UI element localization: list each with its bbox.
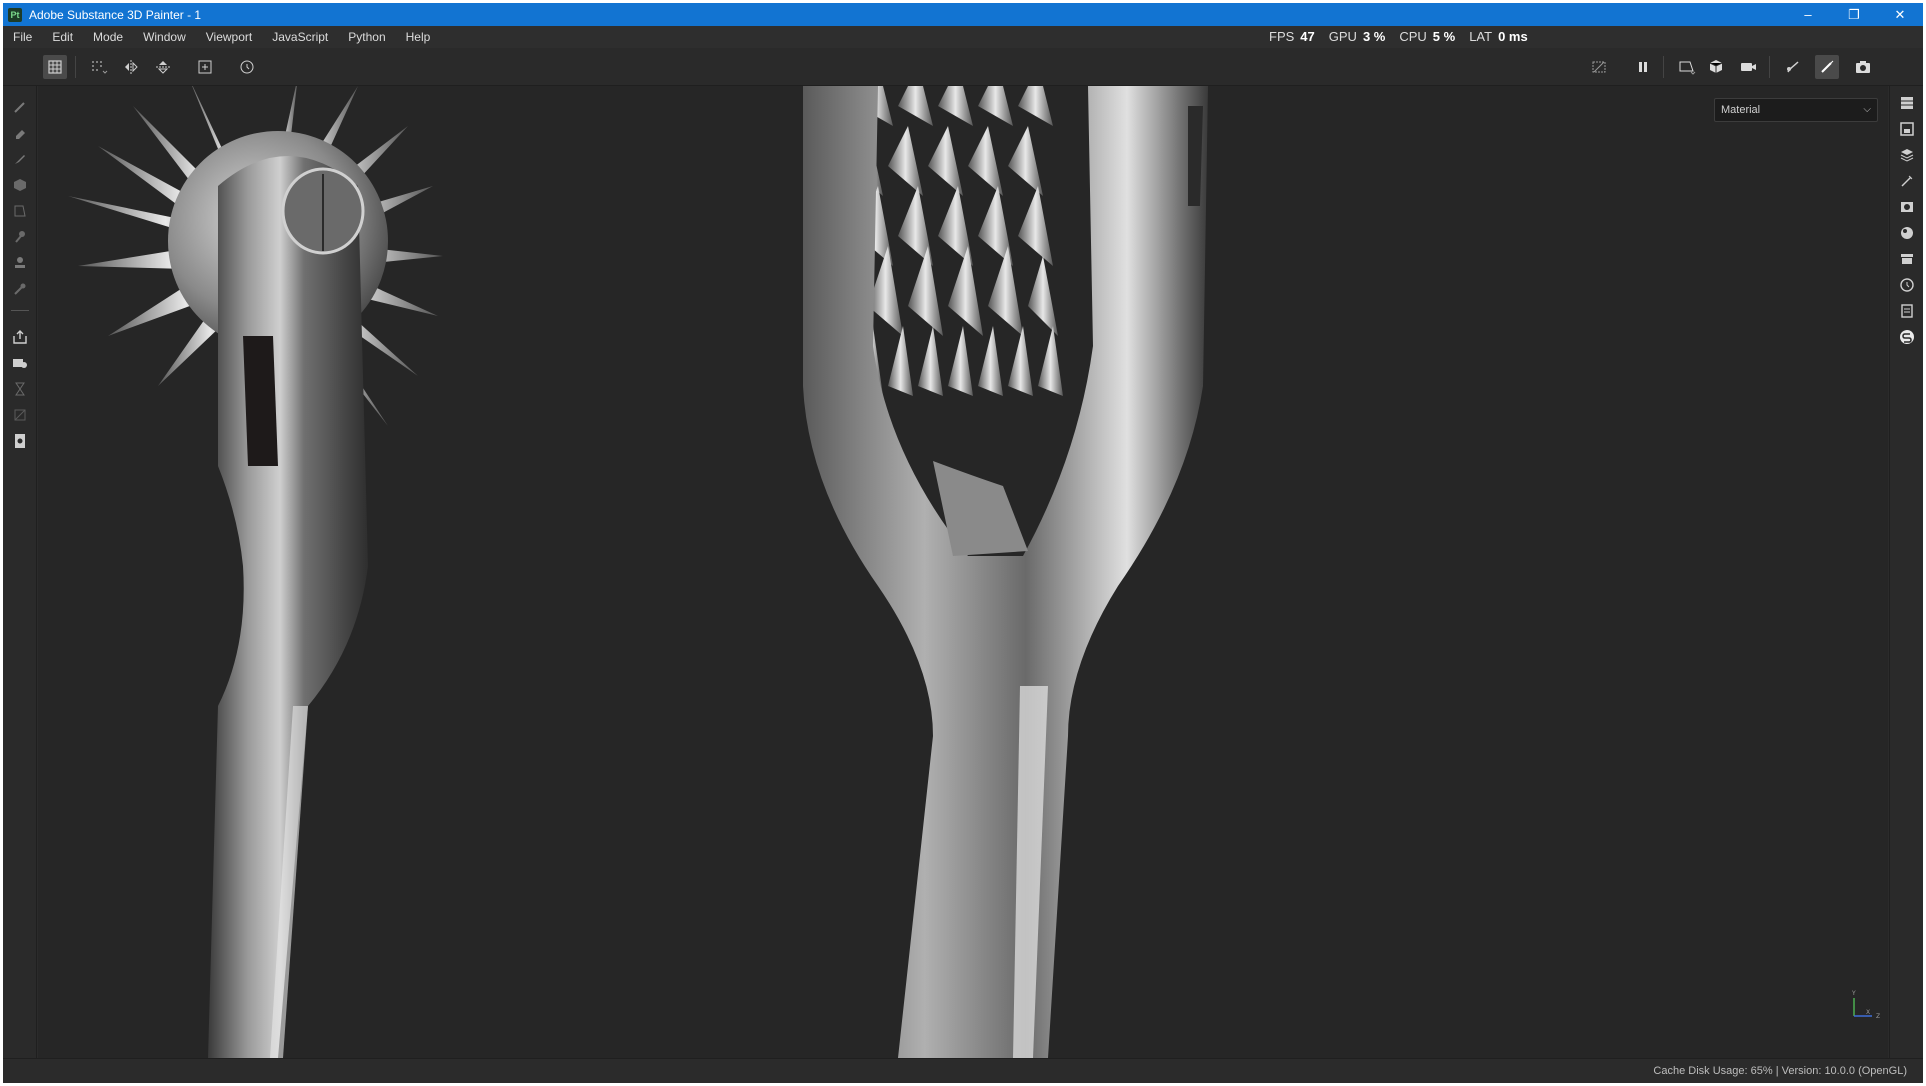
- menu-viewport[interactable]: Viewport: [196, 26, 262, 48]
- lat-value: 0 ms: [1498, 29, 1528, 44]
- 3d-viewport[interactable]: Material ⌵ Y X Z: [38, 86, 1888, 1058]
- app-window: Pt Adobe Substance 3D Painter - 1 – ❐ ✕ …: [3, 3, 1923, 1083]
- add-anchor-icon[interactable]: [193, 55, 217, 79]
- fps-value: 47: [1300, 29, 1315, 44]
- reset-history-icon[interactable]: [235, 55, 259, 79]
- pause-icon[interactable]: [1631, 55, 1655, 79]
- eraser-icon[interactable]: [9, 122, 31, 144]
- fps-label: FPS: [1269, 29, 1295, 44]
- bake-icon[interactable]: [9, 352, 31, 374]
- menu-javascript[interactable]: JavaScript: [262, 26, 338, 48]
- status-info: Cache Disk Usage: 65% | Version: 10.0.0 …: [1653, 1065, 1907, 1077]
- axis-y-label: Y: [1851, 990, 1856, 997]
- gpu-label: GPU: [1328, 29, 1357, 44]
- left-tool-bar: [3, 86, 37, 1058]
- mirror-y-icon[interactable]: [151, 55, 175, 79]
- title-bar: Pt Adobe Substance 3D Painter - 1 – ❐ ✕: [3, 3, 1923, 26]
- gpu-value: 3 %: [1362, 29, 1386, 44]
- properties-icon[interactable]: [1896, 170, 1918, 192]
- cpu-label: CPU: [1399, 29, 1427, 44]
- log-icon[interactable]: [1896, 300, 1918, 322]
- paint-mode-icon[interactable]: [1815, 55, 1839, 79]
- app-logo-icon: Pt: [8, 7, 22, 22]
- cpu-value: 5 %: [1432, 29, 1456, 44]
- color-picker-icon[interactable]: [9, 278, 31, 300]
- perspective-view-icon[interactable]: [1675, 55, 1699, 79]
- hide-overlay-icon[interactable]: [1587, 55, 1611, 79]
- performance-readout: FPS 47 GPU 3 % CPU 5 % LAT 0 ms: [1269, 26, 1536, 48]
- menu-file[interactable]: File: [3, 26, 42, 48]
- window-title: Adobe Substance 3D Painter - 1: [29, 7, 202, 22]
- smudge-icon[interactable]: [9, 226, 31, 248]
- lat-label: LAT: [1469, 29, 1493, 44]
- menu-window[interactable]: Window: [133, 26, 196, 48]
- display-settings-icon[interactable]: [1896, 196, 1918, 218]
- axis-gizmo: Y X Z: [1851, 990, 1880, 1020]
- cache-disk-value: 65%: [1750, 1065, 1773, 1077]
- substance-icon[interactable]: [1896, 326, 1918, 348]
- polygon-fill-icon[interactable]: [9, 200, 31, 222]
- minimize-button[interactable]: –: [1785, 3, 1831, 26]
- menu-help[interactable]: Help: [396, 26, 441, 48]
- texture-set-icon[interactable]: [1896, 118, 1918, 140]
- cache-disk-label: Cache Disk Usage:: [1653, 1065, 1748, 1077]
- right-panel-bar: [1889, 86, 1923, 1058]
- mirror-x-icon[interactable]: [119, 55, 143, 79]
- display-mode-value: Material: [1721, 104, 1761, 116]
- cube-view-icon[interactable]: [1705, 55, 1729, 79]
- chevron-down-icon: ⌵: [1863, 104, 1871, 115]
- dotted-selection-icon[interactable]: [87, 55, 111, 79]
- top-toolbar: [3, 48, 1923, 86]
- assets-icon[interactable]: [1896, 248, 1918, 270]
- status-bar: Cache Disk Usage: 65% | Version: 10.0.0 …: [3, 1058, 1923, 1083]
- history-icon[interactable]: [1896, 274, 1918, 296]
- projection-icon[interactable]: [9, 148, 31, 170]
- menu-python[interactable]: Python: [338, 26, 395, 48]
- menu-mode[interactable]: Mode: [83, 26, 133, 48]
- axis-z-label: Z: [1876, 1013, 1880, 1020]
- axis-x-label: X: [1866, 1009, 1870, 1016]
- layer-stack-icon[interactable]: [1896, 144, 1918, 166]
- mask-icon[interactable]: [9, 404, 31, 426]
- shader-settings-icon[interactable]: [1896, 222, 1918, 244]
- display-mode-select[interactable]: Material ⌵: [1714, 98, 1878, 122]
- menu-edit[interactable]: Edit: [42, 26, 83, 48]
- version-text: Version: 10.0.0 (OpenGL): [1781, 1065, 1907, 1077]
- clone-icon[interactable]: [9, 252, 31, 274]
- menu-bar: File Edit Mode Window Viewport JavaScrip…: [3, 26, 1923, 48]
- paint-brush-icon[interactable]: [9, 96, 31, 118]
- viewport-scene: [68, 86, 1208, 1058]
- symmetry-brush-icon[interactable]: [1781, 55, 1805, 79]
- screenshot-icon[interactable]: [1851, 55, 1875, 79]
- restore-button[interactable]: ❐: [1831, 3, 1877, 26]
- selection-grid-icon[interactable]: [43, 55, 67, 79]
- hourglass-icon[interactable]: [9, 378, 31, 400]
- document-icon[interactable]: [9, 430, 31, 452]
- geometry-fill-icon[interactable]: [9, 174, 31, 196]
- camera-icon[interactable]: [1737, 55, 1761, 79]
- export-icon[interactable]: [9, 326, 31, 348]
- layers-list-icon[interactable]: [1896, 92, 1918, 114]
- close-button[interactable]: ✕: [1877, 3, 1923, 26]
